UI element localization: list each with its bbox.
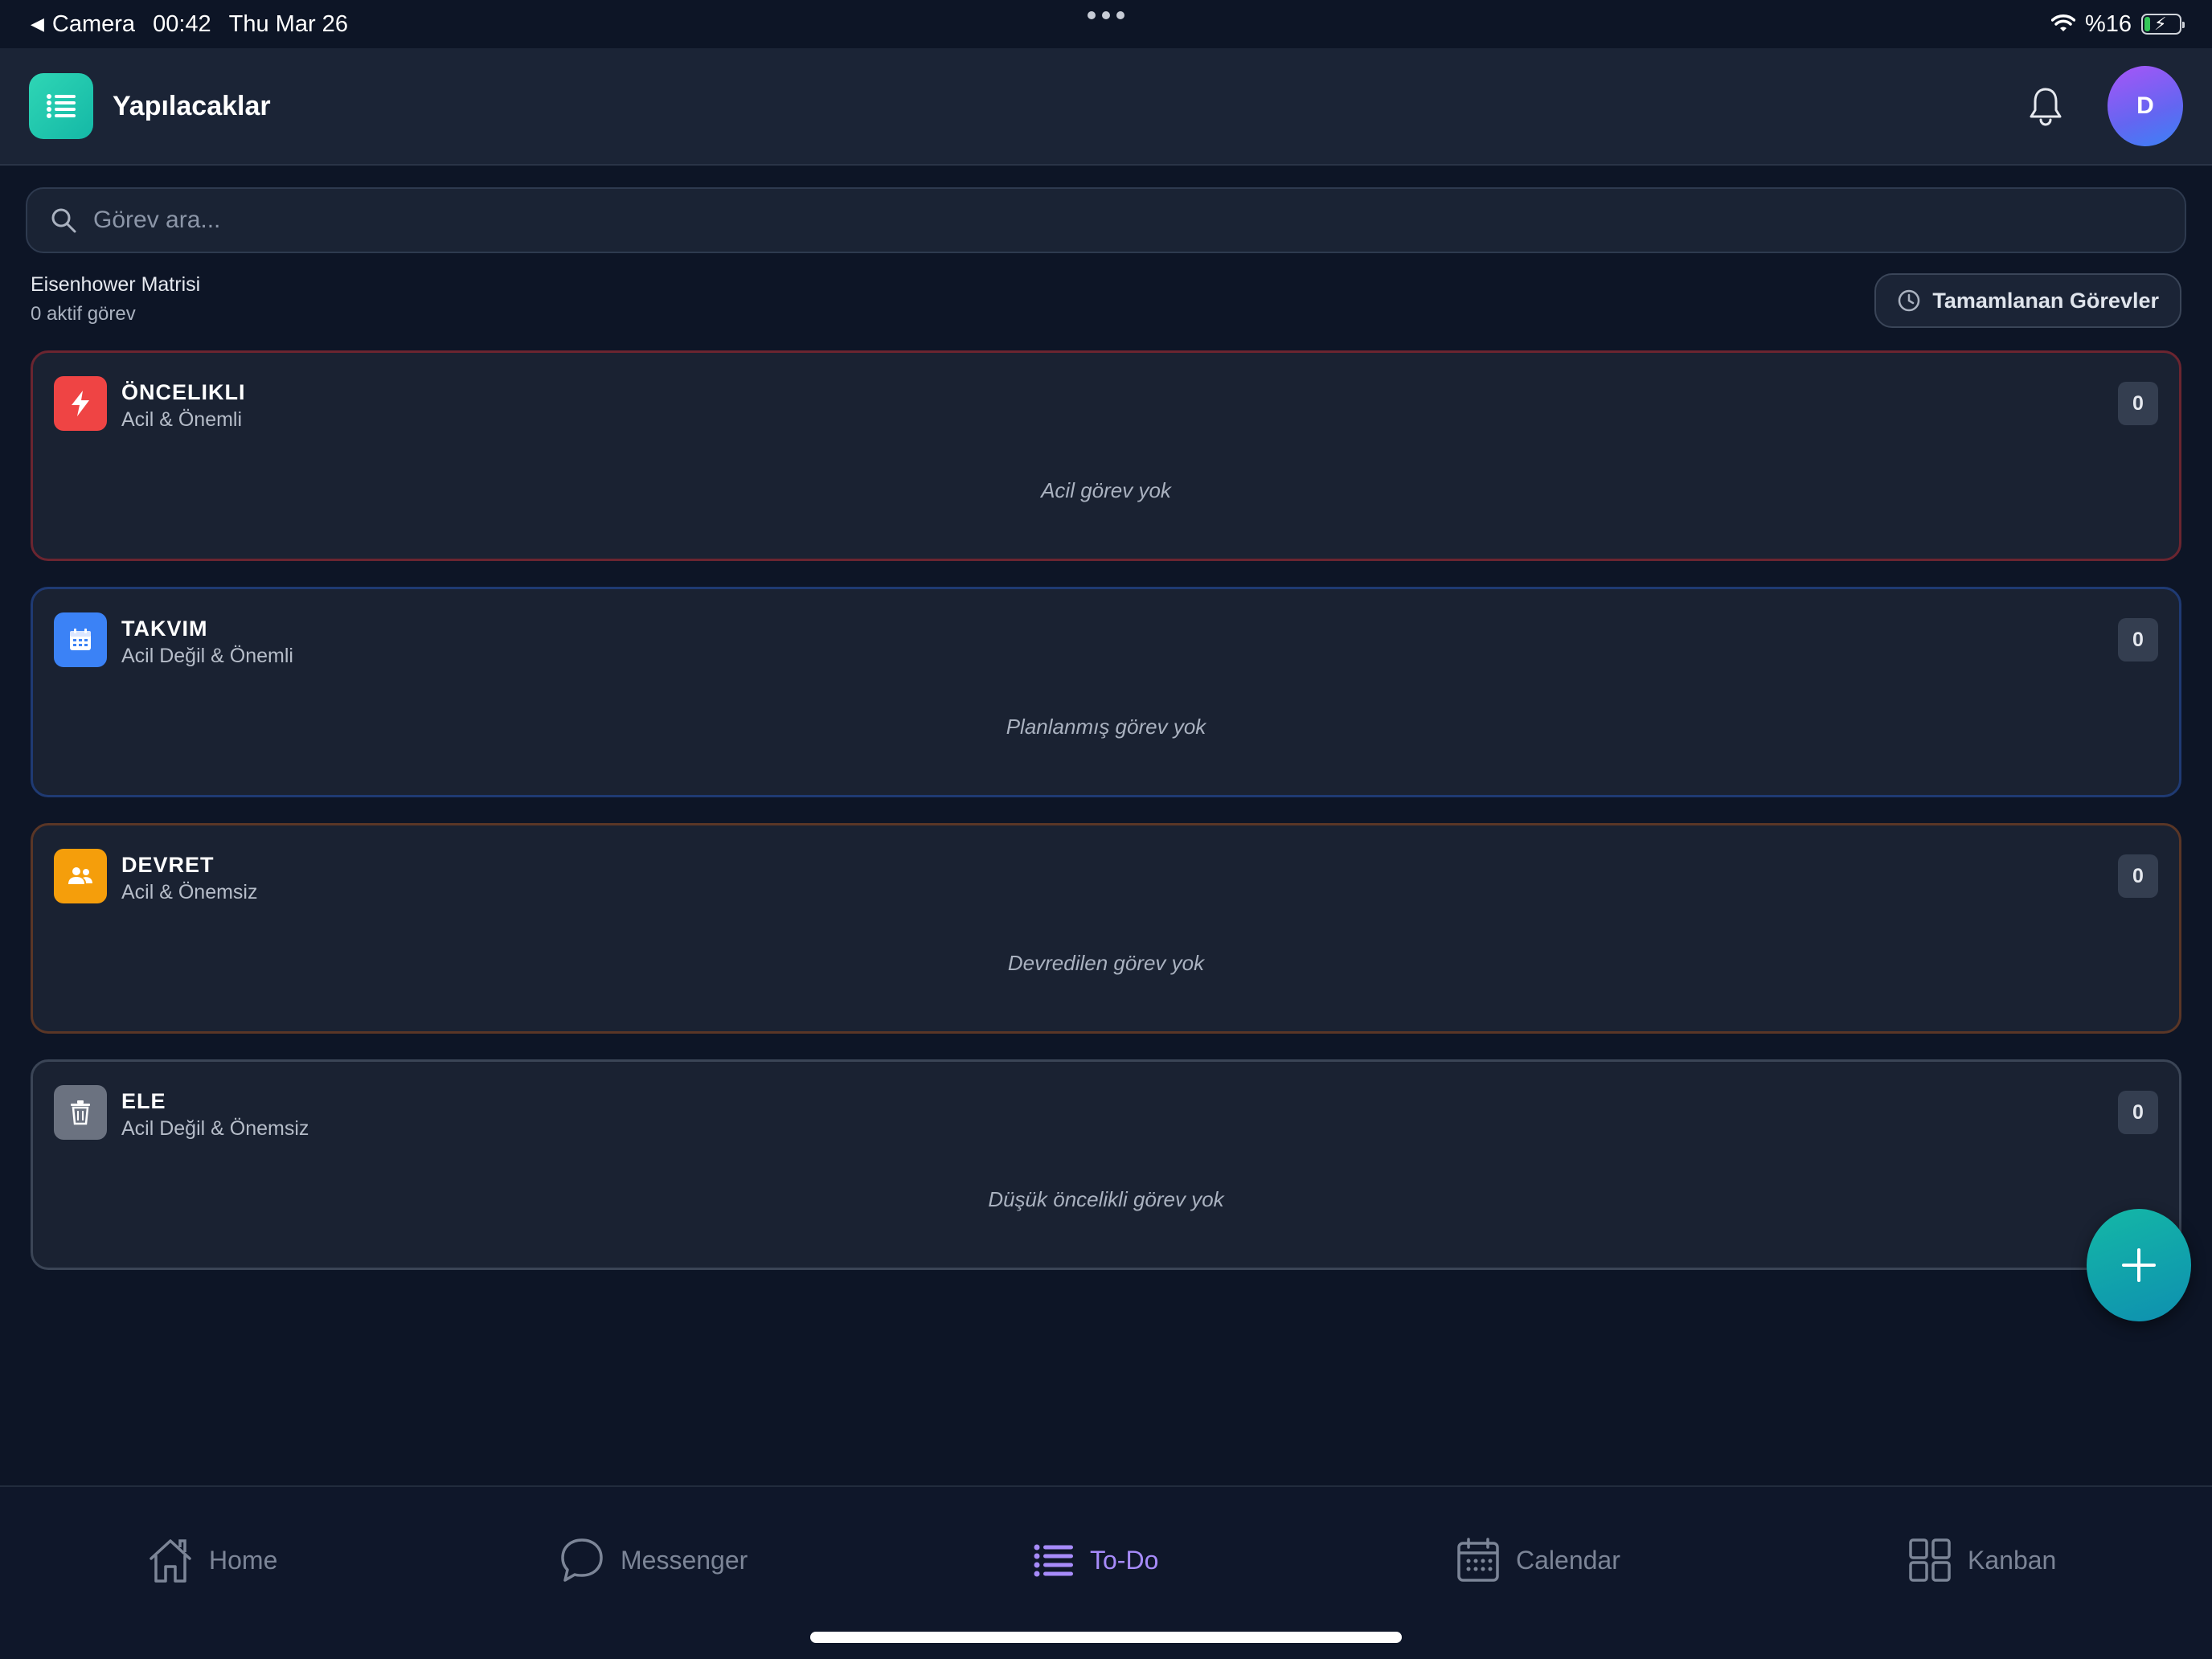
tab-home[interactable]: Home: [148, 1532, 277, 1588]
quadrant-count-badge: 0: [2118, 382, 2158, 425]
quadrant-count-badge: 0: [2118, 854, 2158, 898]
search-icon: [51, 208, 76, 233]
grid-icon: [1909, 1538, 1951, 1582]
charging-bolt-icon: ⚡: [2154, 14, 2167, 34]
list-icon: [29, 73, 93, 139]
active-task-count: 0 aktif görev: [31, 303, 136, 325]
clock-icon: [1899, 289, 1920, 312]
tab-label: To-Do: [1090, 1545, 1159, 1575]
trash-icon: [54, 1085, 107, 1140]
home-icon: [150, 1539, 191, 1583]
tab-label: Kanban: [1968, 1545, 2057, 1575]
search-input[interactable]: [93, 207, 2162, 234]
quadrant-subtitle: Acil & Önemsiz: [121, 881, 258, 903]
completed-tasks-label: Tamamlanan Görevler: [1932, 288, 2159, 313]
status-time: 00:42: [153, 10, 211, 37]
back-app-label[interactable]: Camera: [52, 11, 135, 38]
wifi-icon: [2050, 14, 2075, 31]
quadrant-title: TAKVIM: [121, 616, 208, 641]
multitasking-dots-icon[interactable]: [1088, 11, 1124, 19]
quadrant-title: DEVRET: [121, 853, 215, 877]
page-title: Yapılacaklar: [113, 90, 271, 121]
calendar-icon: [1457, 1538, 1499, 1582]
tab-label: Calendar: [1516, 1545, 1620, 1575]
quadrant-count-badge: 0: [2118, 618, 2158, 662]
app-header: Yapılacaklar D: [0, 48, 2212, 166]
battery-percent: %16: [2084, 10, 2132, 37]
avatar[interactable]: D: [2108, 66, 2183, 146]
battery-fill: [2144, 17, 2150, 31]
tab-label: Home: [209, 1545, 278, 1575]
quadrant-eliminate: ELE Acil Değil & Önemsiz 0 Düşük öncelik…: [31, 1059, 2181, 1270]
quadrant-schedule: TAKVIM Acil Değil & Önemli 0 Planlanmış …: [31, 587, 2181, 797]
quadrant-title: ELE: [121, 1089, 166, 1113]
quadrant-count-badge: 0: [2118, 1091, 2158, 1134]
lightning-icon: [54, 376, 107, 431]
home-indicator[interactable]: [810, 1632, 1402, 1643]
tab-label: Messenger: [621, 1545, 748, 1575]
plus-icon: [2122, 1248, 2156, 1282]
quadrant-empty-message: Devredilen görev yok: [1007, 951, 1205, 975]
add-task-button[interactable]: [2087, 1209, 2191, 1321]
section-titles: Eisenhower Matrisi 0 aktif görev: [31, 273, 200, 326]
status-left: ◀ Camera 00:42 Thu Mar 26: [31, 11, 348, 38]
quadrant-subtitle: Acil Değil & Önemsiz: [121, 1117, 309, 1140]
quadrant-empty-message: Acil görev yok: [1041, 478, 1171, 502]
header-actions: D: [2026, 66, 2183, 146]
completed-tasks-button[interactable]: Tamamlanan Görevler: [1874, 273, 2181, 328]
quadrant-subtitle: Acil Değil & Önemli: [121, 645, 293, 667]
section-title: Eisenhower Matrisi: [31, 273, 201, 296]
status-bar: ◀ Camera 00:42 Thu Mar 26 %16 ⚡: [0, 0, 2212, 48]
tab-calendar[interactable]: Calendar: [1456, 1532, 1620, 1588]
quadrant-priority: ÖNCELIKLI Acil & Önemli 0 Acil görev yok: [31, 350, 2181, 561]
quadrant-title: ÖNCELIKLI: [121, 380, 246, 404]
status-date: Thu Mar 26: [228, 10, 348, 37]
back-arrow-icon[interactable]: ◀: [31, 14, 44, 35]
list-icon: [1034, 1544, 1073, 1577]
users-icon: [54, 849, 107, 903]
quadrant-subtitle: Acil & Önemli: [121, 408, 243, 431]
tab-todo[interactable]: To-Do: [1034, 1532, 1158, 1588]
calendar-icon: [54, 612, 107, 667]
section-header: Eisenhower Matrisi 0 aktif görev Tamamla…: [31, 273, 2181, 334]
chat-bubble-icon: [561, 1538, 603, 1582]
quadrant-empty-message: Düşük öncelikli görev yok: [988, 1187, 1224, 1211]
status-right: %16 ⚡: [2050, 10, 2185, 38]
quadrant-delegate: DEVRET Acil & Önemsiz 0 Devredilen görev…: [31, 823, 2181, 1034]
tab-messenger[interactable]: Messenger: [559, 1532, 748, 1588]
tab-kanban[interactable]: Kanban: [1908, 1532, 2056, 1588]
bell-icon[interactable]: [2026, 84, 2066, 128]
quadrant-empty-message: Planlanmış görev yok: [1006, 715, 1206, 739]
search-box[interactable]: [26, 187, 2186, 253]
battery-icon: ⚡: [2141, 14, 2185, 35]
